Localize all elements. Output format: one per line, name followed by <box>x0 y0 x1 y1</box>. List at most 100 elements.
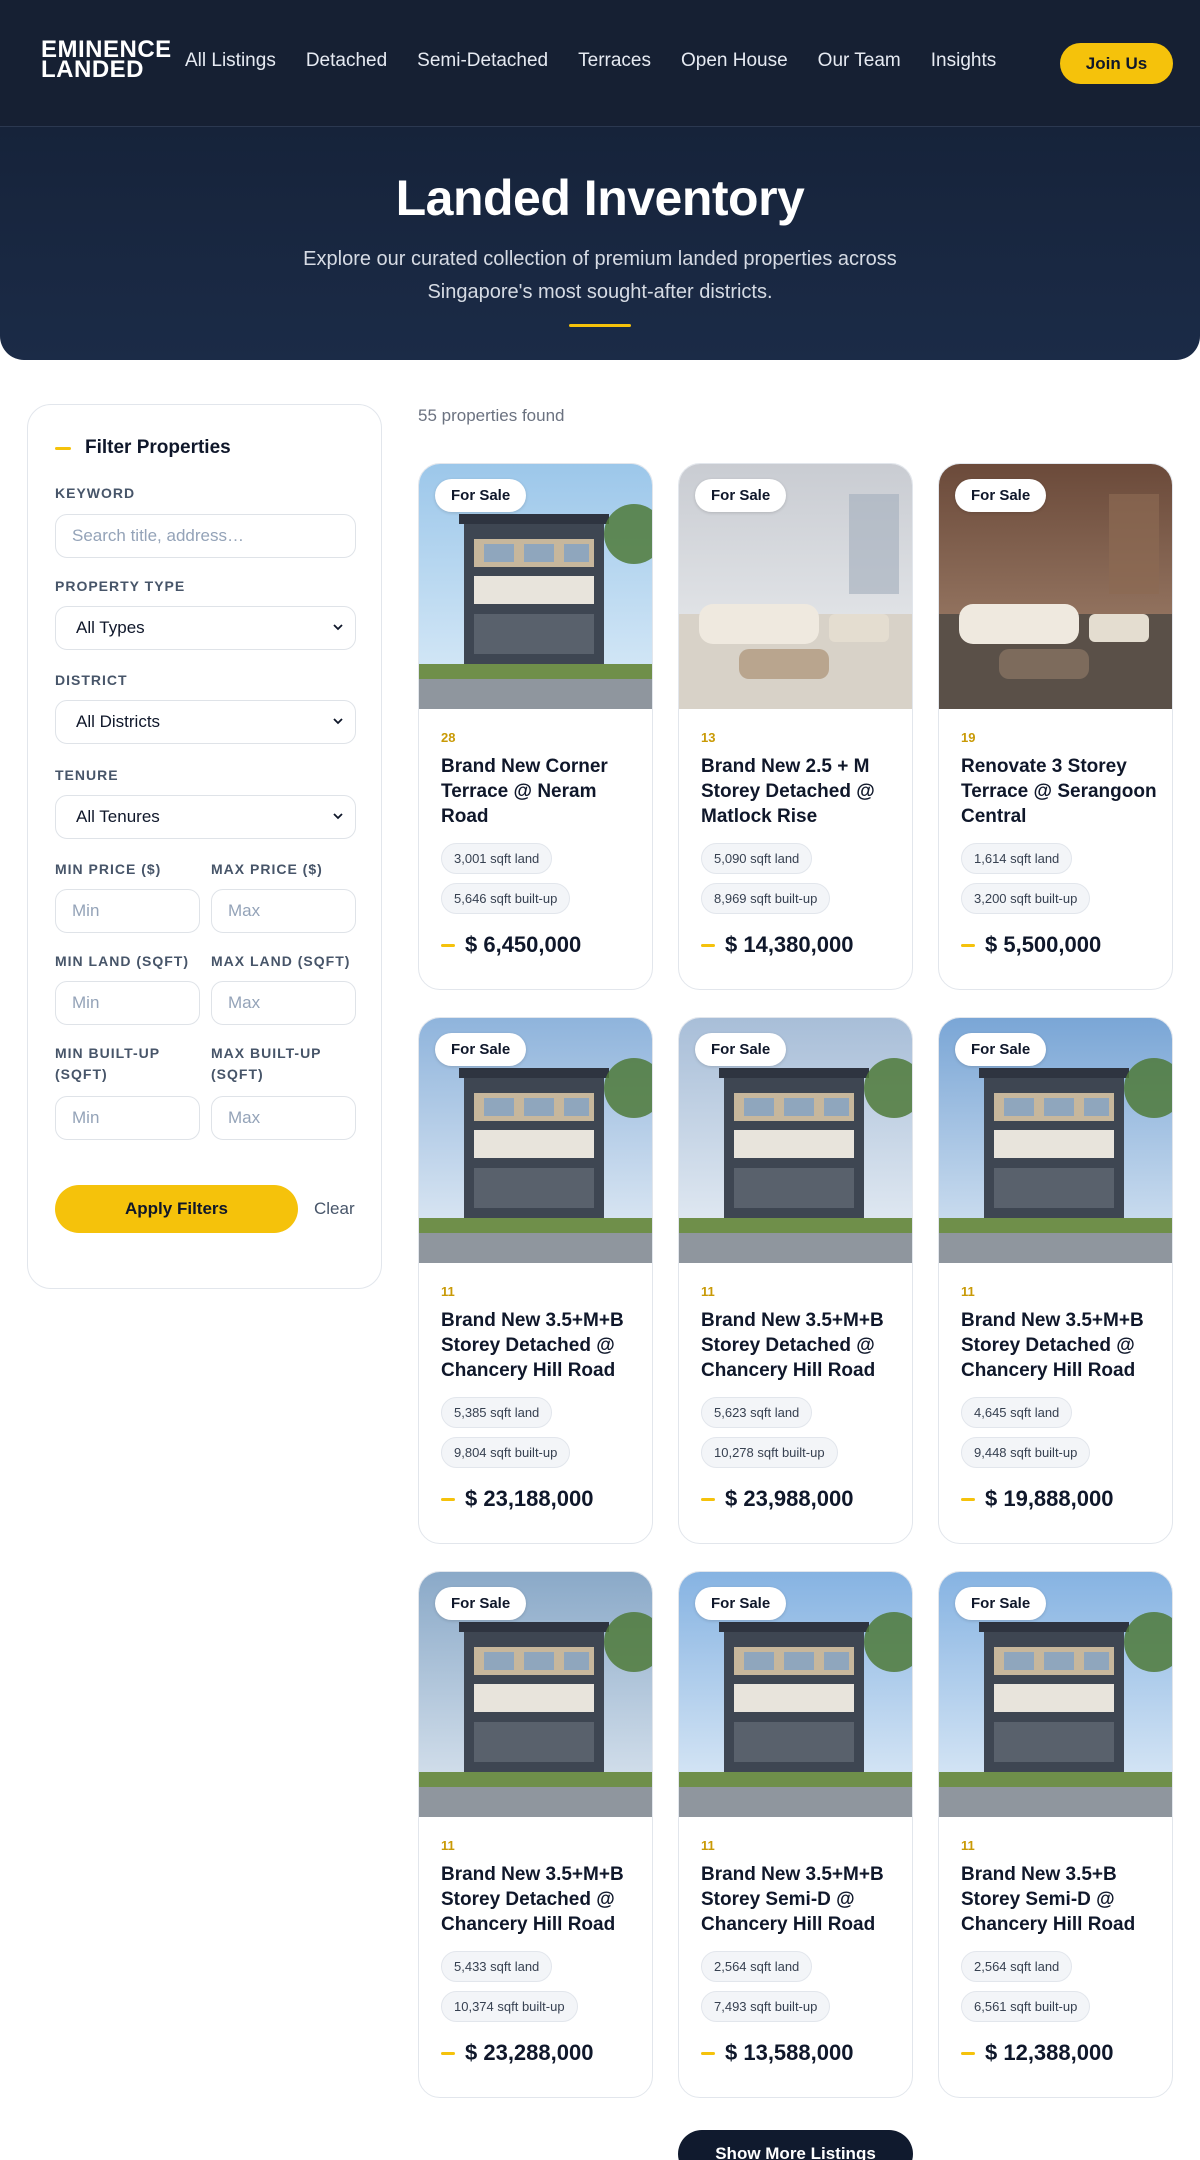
listing-card[interactable]: For Sale 11 Brand New 3.5+M+B Storey Det… <box>418 1017 653 1544</box>
listing-title[interactable]: Brand New 3.5+M+B Storey Semi-D @ Chance… <box>701 1862 901 1937</box>
listing-title[interactable]: Renovate 3 Storey Terrace @ Serangoon Ce… <box>961 754 1161 829</box>
chevron-down-icon <box>333 718 343 725</box>
listing-card[interactable]: For Sale 11 Brand New 3.5+M+B Storey Det… <box>678 1017 913 1544</box>
listing-title[interactable]: Brand New 3.5+B Storey Semi-D @ Chancery… <box>961 1862 1161 1937</box>
price-accent-dash <box>441 2051 455 2055</box>
price-accent-dash <box>961 2051 975 2055</box>
min-land-label: MIN LAND (SQFT) <box>55 953 189 969</box>
top-navbar: EMINENCE LANDED All Listings Detached Se… <box>0 0 1200 127</box>
price-value: $ 23,288,000 <box>465 2040 594 2065</box>
max-land-label: MAX LAND (SQFT) <box>211 953 351 969</box>
page-title: Landed Inventory <box>395 170 805 226</box>
for-sale-badge: For Sale <box>695 1033 787 1066</box>
min-price-label: MIN PRICE ($) <box>55 861 162 877</box>
builtup-area-chip: 10,374 sqft built-up <box>441 1991 578 2022</box>
listing-price: $ 23,288,000 <box>441 2040 593 2066</box>
listing-card[interactable]: For Sale 19 Renovate 3 Storey Terrace @ … <box>938 463 1173 990</box>
max-builtup-label: MAX BUILT-UP (SQFT) <box>211 1045 322 1082</box>
page-subtitle: Explore our curated collection of premiu… <box>303 248 897 303</box>
logo-line-2: LANDED <box>41 56 144 83</box>
min-price-input[interactable]: Min <box>55 889 200 933</box>
brand-logo[interactable]: EMINENCE LANDED <box>41 38 172 83</box>
listing-title[interactable]: Brand New 3.5+M+B Storey Detached @ Chan… <box>441 1308 641 1383</box>
price-accent-dash <box>961 943 975 947</box>
tenure-value: All Tenures <box>76 807 160 826</box>
for-sale-badge: For Sale <box>435 1033 527 1066</box>
price-accent-dash <box>701 943 715 947</box>
max-land-input[interactable]: Max <box>211 981 356 1025</box>
keyword-input[interactable]: Search title, address… <box>55 514 356 558</box>
main-nav: All Listings Detached Semi-Detached Terr… <box>185 50 1026 72</box>
for-sale-badge: For Sale <box>955 1033 1047 1066</box>
nav-detached[interactable]: Detached <box>306 50 387 72</box>
listing-title[interactable]: Brand New 3.5+M+B Storey Detached @ Chan… <box>701 1308 901 1383</box>
results-count: 55 properties found <box>418 406 565 425</box>
property-type-select[interactable]: All Types <box>55 606 356 650</box>
price-value: $ 13,588,000 <box>725 2040 854 2065</box>
listing-title[interactable]: Brand New 3.5+M+B Storey Detached @ Chan… <box>441 1862 641 1937</box>
nav-semi-detached[interactable]: Semi-Detached <box>417 50 548 72</box>
clear-filters-link[interactable]: Clear <box>314 1199 355 1219</box>
price-accent-dash <box>441 1497 455 1501</box>
land-area-chip: 5,090 sqft land <box>701 843 813 874</box>
price-value: $ 23,988,000 <box>725 1486 854 1511</box>
price-value: $ 19,888,000 <box>985 1486 1114 1511</box>
listing-price: $ 6,450,000 <box>441 932 581 958</box>
for-sale-badge: For Sale <box>955 479 1047 512</box>
hero-banner: Landed Inventory Explore our curated col… <box>0 127 1200 360</box>
join-us-button[interactable]: Join Us <box>1060 43 1173 84</box>
min-builtup-input[interactable]: Min <box>55 1096 200 1140</box>
land-area-chip: 1,614 sqft land <box>961 843 1073 874</box>
apply-filters-button[interactable]: Apply Filters <box>55 1185 298 1233</box>
for-sale-badge: For Sale <box>695 479 787 512</box>
max-builtup-input[interactable]: Max <box>211 1096 356 1140</box>
title-accent-dash <box>55 446 71 450</box>
listing-card[interactable]: For Sale 11 Brand New 3.5+M+B Storey Det… <box>418 1571 653 2098</box>
land-area-chip: 3,001 sqft land <box>441 843 553 874</box>
listing-price: $ 12,388,000 <box>961 2040 1113 2066</box>
chevron-down-icon <box>333 624 343 631</box>
keyword-label: KEYWORD <box>55 485 136 501</box>
for-sale-badge: For Sale <box>435 479 527 512</box>
price-value: $ 5,500,000 <box>985 932 1102 957</box>
price-value: $ 14,380,000 <box>725 932 854 957</box>
price-value: $ 12,388,000 <box>985 2040 1114 2065</box>
listing-price: $ 23,988,000 <box>701 1486 853 1512</box>
for-sale-badge: For Sale <box>695 1587 787 1620</box>
listing-card[interactable]: For Sale 11 Brand New 3.5+M+B Storey Det… <box>938 1017 1173 1544</box>
property-type-label: PROPERTY TYPE <box>55 578 186 594</box>
min-land-input[interactable]: Min <box>55 981 200 1025</box>
nav-all-listings[interactable]: All Listings <box>185 50 276 72</box>
nav-our-team[interactable]: Our Team <box>818 50 901 72</box>
hero-accent-line <box>569 324 631 327</box>
listing-title[interactable]: Brand New Corner Terrace @ Neram Road <box>441 754 641 829</box>
listing-price: $ 13,588,000 <box>701 2040 853 2066</box>
district-number: 11 <box>441 1284 455 1299</box>
show-more-button[interactable]: Show More Listings <box>678 2130 913 2160</box>
listing-title[interactable]: Brand New 3.5+M+B Storey Detached @ Chan… <box>961 1308 1161 1383</box>
district-select[interactable]: All Districts <box>55 700 356 744</box>
listing-card[interactable]: For Sale 11 Brand New 3.5+M+B Storey Sem… <box>678 1571 913 2098</box>
listing-card[interactable]: For Sale 11 Brand New 3.5+B Storey Semi-… <box>938 1571 1173 2098</box>
nav-open-house[interactable]: Open House <box>681 50 788 72</box>
tenure-select[interactable]: All Tenures <box>55 795 356 839</box>
for-sale-badge: For Sale <box>955 1587 1047 1620</box>
listing-price: $ 14,380,000 <box>701 932 853 958</box>
listing-card[interactable]: For Sale 13 Brand New 2.5 + M Storey Det… <box>678 463 913 990</box>
builtup-area-chip: 8,969 sqft built-up <box>701 883 831 914</box>
filter-title-text: Filter Properties <box>85 437 231 458</box>
price-accent-dash <box>701 2051 715 2055</box>
tenure-label: TENURE <box>55 767 119 783</box>
max-price-input[interactable]: Max <box>211 889 356 933</box>
listing-price: $ 19,888,000 <box>961 1486 1113 1512</box>
nav-insights[interactable]: Insights <box>931 50 996 72</box>
listing-title[interactable]: Brand New 2.5 + M Storey Detached @ Matl… <box>701 754 901 829</box>
property-type-value: All Types <box>76 618 145 637</box>
nav-terraces[interactable]: Terraces <box>578 50 651 72</box>
land-area-chip: 4,645 sqft land <box>961 1397 1073 1428</box>
price-accent-dash <box>701 1497 715 1501</box>
for-sale-badge: For Sale <box>435 1587 527 1620</box>
district-number: 28 <box>441 730 456 745</box>
land-area-chip: 2,564 sqft land <box>961 1951 1073 1982</box>
listing-card[interactable]: For Sale 28 Brand New Corner Terrace @ N… <box>418 463 653 990</box>
